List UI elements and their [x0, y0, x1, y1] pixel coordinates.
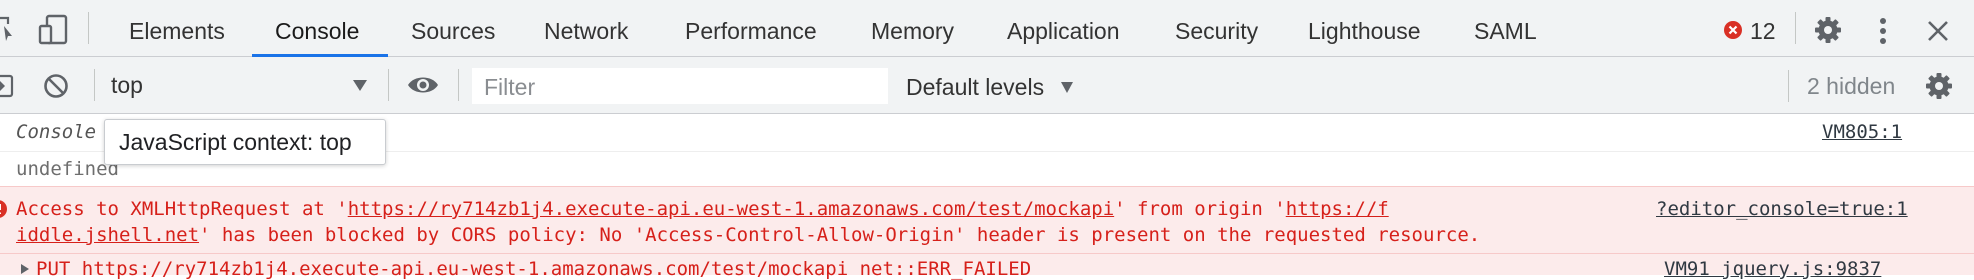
error-text: ' from origin ' [1114, 198, 1286, 220]
more-options-icon[interactable] [1876, 17, 1890, 45]
tab-lighthouse[interactable]: Lighthouse [1308, 0, 1421, 56]
error-text: PUT https://ry714zb1j4.execute-api.eu-we… [36, 258, 1032, 280]
console-error-message: PUT https://ry714zb1j4.execute-api.eu-we… [0, 253, 1974, 280]
settings-gear-icon[interactable] [1813, 15, 1843, 45]
toolbar-divider [388, 69, 389, 101]
tab-console[interactable]: Console [275, 0, 359, 56]
tab-elements[interactable]: Elements [129, 0, 225, 56]
tooltip-text: JavaScript context: top [119, 129, 352, 155]
filter-placeholder: Filter [484, 74, 536, 100]
error-line-2: iddle.jshell.net' has been blocked by CO… [16, 224, 1480, 246]
context-value: top [111, 72, 143, 98]
log-levels-dropdown[interactable]: Default levels [900, 70, 1090, 106]
error-counter[interactable]: 12 [1720, 0, 1780, 56]
source-link[interactable]: ?editor_console=true:1 [1656, 198, 1908, 220]
dropdown-arrow-icon [1061, 82, 1073, 93]
context-selector[interactable]: top [100, 57, 380, 113]
tab-memory[interactable]: Memory [871, 0, 954, 56]
origin-link[interactable]: https://f [1286, 198, 1389, 220]
live-expression-eye-icon[interactable] [406, 73, 440, 97]
close-icon[interactable] [1927, 20, 1949, 42]
tab-security[interactable]: Security [1175, 0, 1258, 56]
clear-console-icon[interactable] [42, 72, 70, 100]
tab-sources[interactable]: Sources [411, 0, 495, 56]
inspect-element-icon[interactable] [0, 16, 14, 42]
error-circle-icon [0, 200, 7, 218]
toolbar-divider [1788, 70, 1789, 102]
tab-divider [88, 12, 89, 44]
tab-application[interactable]: Application [1007, 0, 1120, 56]
tab-network[interactable]: Network [544, 0, 628, 56]
expand-triangle-icon[interactable] [20, 263, 30, 275]
source-link[interactable]: VM805:1 [1822, 121, 1902, 143]
log-levels-label: Default levels [906, 74, 1045, 100]
error-line-1: Access to XMLHttpRequest at 'https://ry7… [16, 198, 1389, 220]
error-text: Access to XMLHttpRequest at ' [16, 198, 348, 220]
console-text: Console [16, 121, 97, 143]
toolbar-divider [458, 69, 459, 101]
tab-saml[interactable]: SAML [1474, 0, 1537, 56]
error-text: ' has been blocked by CORS policy: No 'A… [199, 224, 1481, 246]
console-settings-icon[interactable] [1924, 71, 1954, 101]
context-tooltip: JavaScript context: top [104, 119, 386, 165]
tab-performance[interactable]: Performance [685, 0, 817, 56]
error-count: 12 [1750, 18, 1776, 44]
toolbar-divider [94, 69, 95, 101]
request-url-link[interactable]: https://ry714zb1j4.execute-api.eu-west-1… [348, 198, 1114, 220]
sidebar-toggle-icon[interactable] [0, 74, 14, 98]
device-toolbar-icon[interactable] [38, 14, 70, 46]
source-link[interactable]: VM91 jquery.js:9837 [1664, 258, 1881, 280]
hidden-count: 2 hidden [1807, 73, 1896, 99]
error-circle-icon [1724, 21, 1742, 39]
tab-divider [1795, 12, 1796, 44]
dropdown-arrow-icon [353, 80, 367, 91]
origin-link[interactable]: iddle.jshell.net [16, 224, 199, 246]
devtools-tab-bar: Elements Console Sources Network Perform… [0, 0, 1974, 57]
